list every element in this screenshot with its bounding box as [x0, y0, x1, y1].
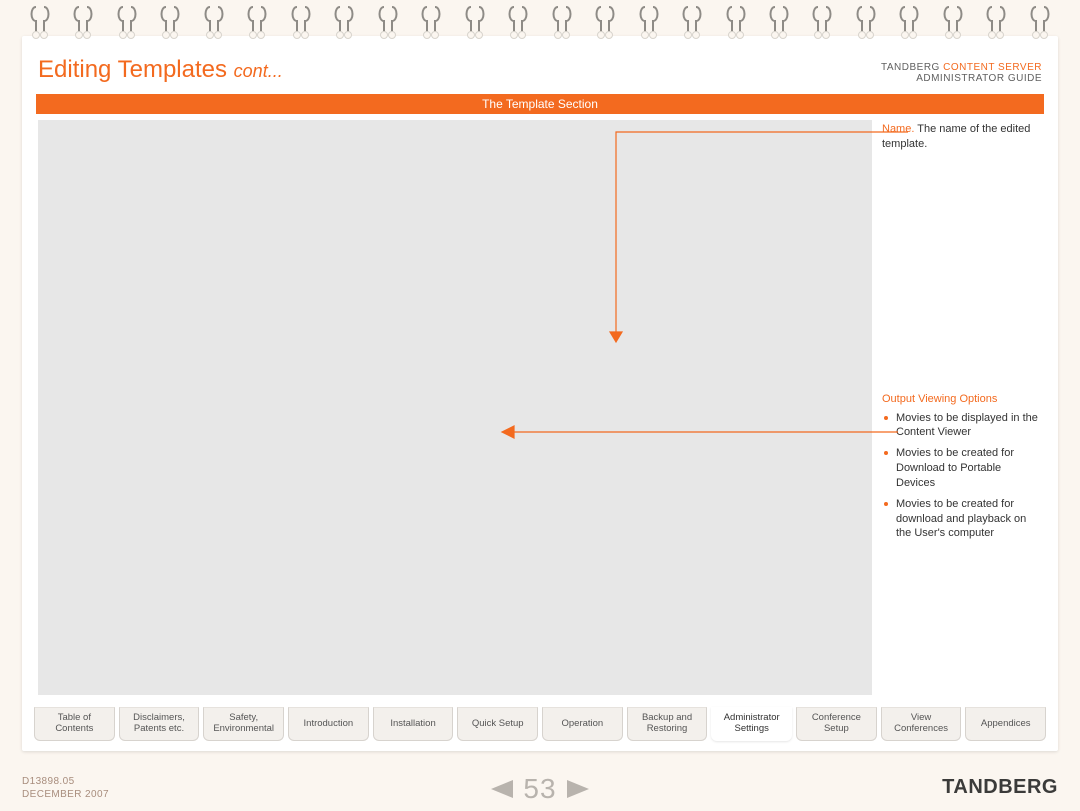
spiral-ring-icon: [899, 5, 919, 39]
spiral-ring-icon: [421, 5, 441, 39]
template-screenshot-placeholder: [38, 120, 872, 695]
spiral-ring-icon: [639, 5, 659, 39]
callout-arrow-name: [608, 120, 908, 350]
title-main: Editing Templates: [38, 56, 234, 83]
spiral-ring-icon: [726, 5, 746, 39]
spiral-ring-icon: [986, 5, 1006, 39]
brand-b: CONTENT SERVER: [943, 62, 1042, 73]
tab-appendices[interactable]: Appendices: [965, 707, 1046, 741]
tab-conference-setup[interactable]: ConferenceSetup: [796, 707, 877, 741]
page-number: 53: [523, 773, 556, 805]
tab-disclaimers-patents-etc[interactable]: Disclaimers,Patents etc.: [119, 707, 200, 741]
tab-backup-and-restoring[interactable]: Backup andRestoring: [627, 707, 708, 741]
spiral-ring-icon: [160, 5, 180, 39]
next-page-icon[interactable]: [567, 780, 589, 798]
spiral-ring-icon: [30, 5, 50, 39]
spiral-ring-icon: [73, 5, 93, 39]
spiral-ring-icon: [856, 5, 876, 39]
annotation-ovo: Output Viewing Options Movies to be disp…: [882, 392, 1042, 542]
tab-installation[interactable]: Installation: [373, 707, 454, 741]
brand-a: TANDBERG: [881, 62, 940, 73]
header-meta: TANDBERG CONTENT SERVER ADMINISTRATOR GU…: [881, 62, 1042, 84]
list-item: Movies to be displayed in the Content Vi…: [882, 411, 1042, 441]
spiral-ring-icon: [1030, 5, 1050, 39]
spiral-ring-icon: [117, 5, 137, 39]
spiral-ring-icon: [204, 5, 224, 39]
tab-operation[interactable]: Operation: [542, 707, 623, 741]
tab-table-of-contents[interactable]: Table ofContents: [34, 707, 115, 741]
list-item: Movies to be created for download and pl…: [882, 497, 1042, 542]
spiral-ring-icon: [334, 5, 354, 39]
document-page: Editing Templates cont... TANDBERG CONTE…: [22, 36, 1058, 751]
spiral-ring-icon: [595, 5, 615, 39]
content-row: Name. The name of the edited template. O…: [38, 120, 1042, 695]
page-title: Editing Templates cont...: [38, 56, 283, 84]
spiral-ring-icon: [378, 5, 398, 39]
spiral-ring-icon: [812, 5, 832, 39]
nav-tabs: Table ofContentsDisclaimers,Patents etc.…: [34, 707, 1046, 741]
spiral-ring-icon: [682, 5, 702, 39]
subtitle: ADMINISTRATOR GUIDE: [916, 73, 1042, 84]
page-header: Editing Templates cont... TANDBERG CONTE…: [36, 50, 1044, 88]
spiral-ring-icon: [552, 5, 572, 39]
spiral-ring-icon: [465, 5, 485, 39]
tab-safety-environmental[interactable]: Safety,Environmental: [203, 707, 284, 741]
tab-quick-setup[interactable]: Quick Setup: [457, 707, 538, 741]
tab-introduction[interactable]: Introduction: [288, 707, 369, 741]
annotation-ovo-list: Movies to be displayed in the Content Vi…: [882, 411, 1042, 542]
spiral-ring-icon: [508, 5, 528, 39]
spiral-ring-icon: [247, 5, 267, 39]
brand-logo: TANDBERG: [942, 776, 1058, 799]
annotation-ovo-label: Output Viewing Options: [882, 392, 1042, 407]
list-item: Movies to be created for Download to Por…: [882, 446, 1042, 491]
title-suffix: cont...: [234, 61, 283, 81]
section-bar: The Template Section: [36, 94, 1044, 114]
tab-administrator-settings[interactable]: AdministratorSettings: [711, 707, 792, 741]
spiral-ring-icon: [291, 5, 311, 39]
spiral-binding: [30, 5, 1050, 43]
spiral-ring-icon: [769, 5, 789, 39]
callout-arrow-ovo: [498, 420, 898, 450]
prev-page-icon[interactable]: [491, 780, 513, 798]
footer-paginator: 53: [0, 773, 1080, 805]
tab-view-conferences[interactable]: ViewConferences: [881, 707, 962, 741]
spiral-ring-icon: [943, 5, 963, 39]
